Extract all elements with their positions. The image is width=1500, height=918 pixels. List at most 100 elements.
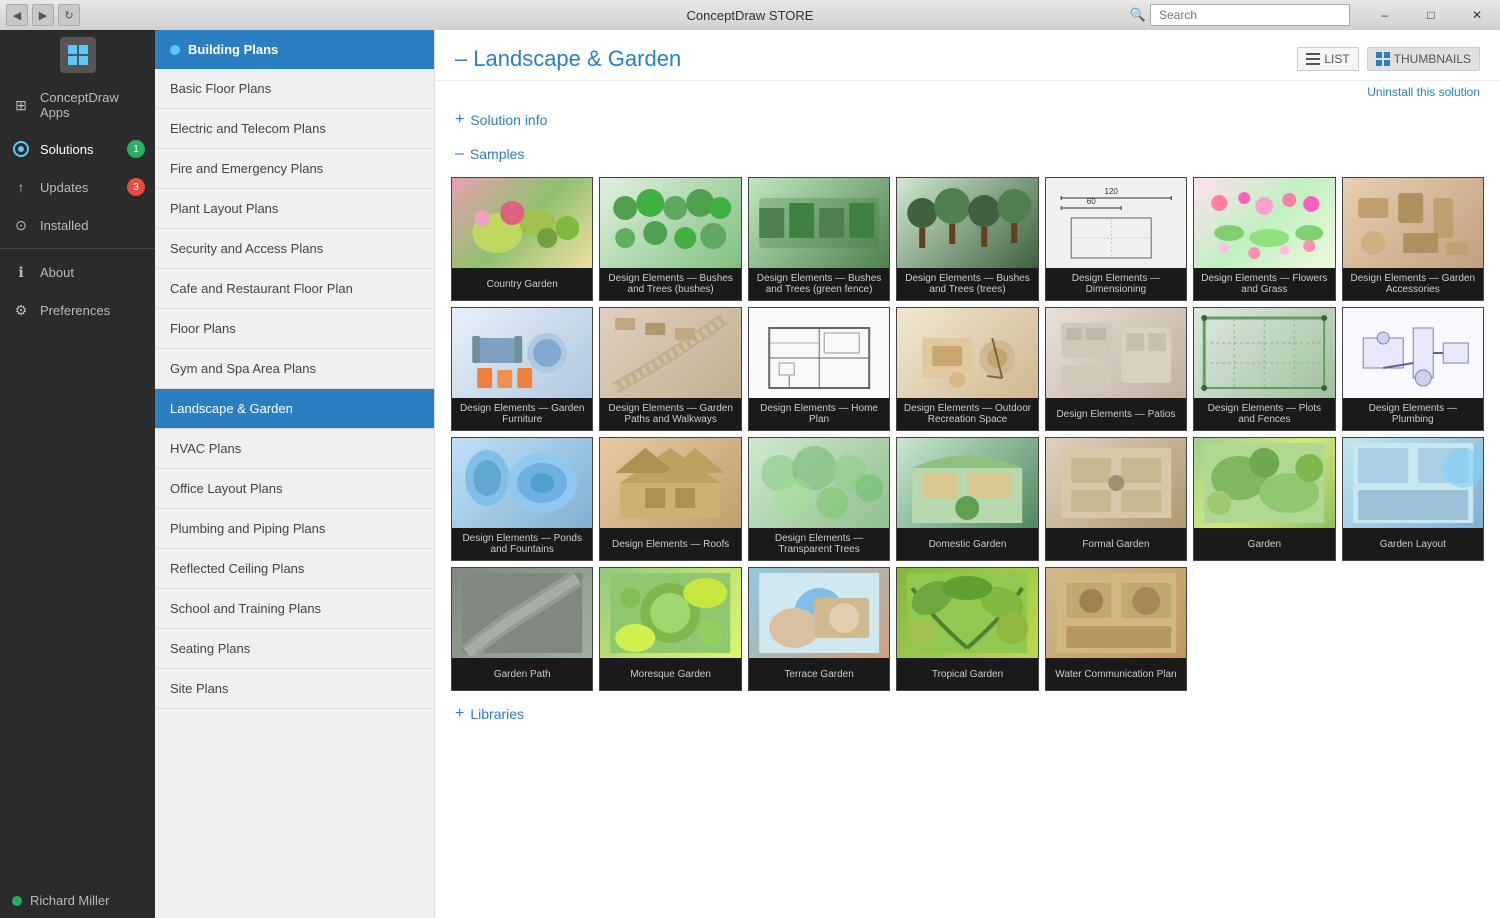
- menu-item-security-access[interactable]: Security and Access Plans: [155, 229, 434, 269]
- thumb-tropical-garden[interactable]: Tropical Garden: [896, 567, 1038, 691]
- menu-header: Building Plans: [155, 30, 434, 69]
- thumb-label-garden: Garden: [1194, 528, 1334, 560]
- thumb-img-garden-path: [452, 568, 592, 658]
- thumb-plumbing[interactable]: Design Elements — Plumbing: [1342, 307, 1484, 431]
- thumb-garden[interactable]: Garden: [1193, 437, 1335, 561]
- thumb-flowers[interactable]: Design Elements — Flowers and Grass: [1193, 177, 1335, 301]
- solution-info-toggle[interactable]: + Solution info: [435, 103, 1500, 137]
- svg-text:60: 60: [1086, 197, 1095, 206]
- thumb-img-plumbing: [1343, 308, 1483, 398]
- thumb-bushes-trees[interactable]: Design Elements — Bushes and Trees (tree…: [896, 177, 1038, 301]
- thumb-label-garden-acc: Design Elements — Garden Accessories: [1343, 268, 1483, 300]
- thumb-bushes-green[interactable]: Design Elements — Bushes and Trees (gree…: [748, 177, 890, 301]
- uninstall-link[interactable]: Uninstall this solution: [435, 81, 1500, 103]
- menu-item-gym-spa[interactable]: Gym and Spa Area Plans: [155, 349, 434, 389]
- thumb-patios[interactable]: Design Elements — Patios: [1045, 307, 1187, 431]
- thumb-roofs[interactable]: Design Elements — Roofs: [599, 437, 741, 561]
- thumb-dimensioning[interactable]: 120 60 Design Elements — Dimensioning: [1045, 177, 1187, 301]
- menu-item-seating[interactable]: Seating Plans: [155, 629, 434, 669]
- search-input[interactable]: [1150, 4, 1350, 26]
- solution-info-plus-icon: +: [455, 111, 464, 129]
- libraries-toggle[interactable]: + Libraries: [435, 697, 1500, 731]
- nav-refresh-button[interactable]: ↻: [58, 4, 80, 26]
- thumb-water-communication[interactable]: Water Communication Plan: [1045, 567, 1187, 691]
- app-body: ⊞ ConceptDraw Apps Solutions 1 ↑ Updates…: [0, 30, 1500, 918]
- thumb-img-garden-acc: [1343, 178, 1483, 268]
- samples-toggle[interactable]: – Samples: [435, 137, 1500, 171]
- thumb-transparent[interactable]: Design Elements — Transparent Trees: [748, 437, 890, 561]
- thumb-outdoor[interactable]: Design Elements — Outdoor Recreation Spa…: [896, 307, 1038, 431]
- list-view-button[interactable]: LIST: [1297, 47, 1358, 71]
- thumb-label-flowers: Design Elements — Flowers and Grass: [1194, 268, 1334, 300]
- libraries-plus-icon: +: [455, 705, 464, 723]
- main-content: –Landscape & Garden LIST: [435, 30, 1500, 918]
- thumb-domestic-garden[interactable]: Domestic Garden: [896, 437, 1038, 561]
- thumb-label-formal-garden: Formal Garden: [1046, 528, 1186, 560]
- menu-item-site-plans[interactable]: Site Plans: [155, 669, 434, 709]
- menu-item-landscape[interactable]: Landscape & Garden: [155, 389, 434, 429]
- thumb-formal-garden[interactable]: Formal Garden: [1045, 437, 1187, 561]
- thumb-paths[interactable]: Design Elements — Garden Paths and Walkw…: [599, 307, 741, 431]
- menu-item-office-layout[interactable]: Office Layout Plans: [155, 469, 434, 509]
- thumb-label-plots: Design Elements — Plots and Fences: [1194, 398, 1334, 430]
- menu-item-reflected-ceiling[interactable]: Reflected Ceiling Plans: [155, 549, 434, 589]
- logo-icon: [60, 37, 96, 73]
- thumb-img-bushes-bushes: [600, 178, 740, 268]
- thumb-label-country-garden: Country Garden: [452, 268, 592, 300]
- thumb-garden-path[interactable]: Garden Path: [451, 567, 593, 691]
- thumb-img-water: [1046, 568, 1186, 658]
- thumb-img-garden: [1194, 438, 1334, 528]
- menu-item-electric-telecom[interactable]: Electric and Telecom Plans: [155, 109, 434, 149]
- sidebar-item-installed[interactable]: ⊙ Installed: [0, 206, 155, 244]
- thumb-country-garden[interactable]: Country Garden: [451, 177, 593, 301]
- thumb-img-country-garden: [452, 178, 592, 268]
- window-title: ConceptDraw STORE: [687, 8, 814, 23]
- thumb-label-domestic-garden: Domestic Garden: [897, 528, 1037, 560]
- nav-controls: ◀ ▶ ↻: [0, 4, 86, 26]
- thumb-garden-acc[interactable]: Design Elements — Garden Accessories: [1342, 177, 1484, 301]
- thumb-furniture[interactable]: Design Elements — Garden Furniture: [451, 307, 593, 431]
- thumb-label-paths: Design Elements — Garden Paths and Walkw…: [600, 398, 740, 430]
- nav-forward-button[interactable]: ▶: [32, 4, 54, 26]
- thumb-img-furniture: [452, 308, 592, 398]
- thumb-img-outdoor: [897, 308, 1037, 398]
- thumb-label-patios: Design Elements — Patios: [1046, 398, 1186, 430]
- solutions-icon: [12, 140, 30, 158]
- thumb-label-furniture: Design Elements — Garden Furniture: [452, 398, 592, 430]
- thumb-moresque-garden[interactable]: Moresque Garden: [599, 567, 741, 691]
- minimize-button[interactable]: –: [1362, 0, 1408, 30]
- menu-item-plant-layout[interactable]: Plant Layout Plans: [155, 189, 434, 229]
- thumb-bushes-bushes[interactable]: Design Elements — Bushes and Trees (bush…: [599, 177, 741, 301]
- updates-icon: ↑: [12, 178, 30, 196]
- nav-back-button[interactable]: ◀: [6, 4, 28, 26]
- sidebar-item-about[interactable]: ℹ About: [0, 253, 155, 291]
- thumb-plots[interactable]: Design Elements — Plots and Fences: [1193, 307, 1335, 431]
- menu-item-fire-emergency[interactable]: Fire and Emergency Plans: [155, 149, 434, 189]
- thumbnails-icon: [1376, 52, 1390, 66]
- sidebar-item-preferences[interactable]: ⚙ Preferences: [0, 291, 155, 329]
- thumb-img-patios: [1046, 308, 1186, 398]
- menu-item-school-training[interactable]: School and Training Plans: [155, 589, 434, 629]
- menu-item-plumbing-piping[interactable]: Plumbing and Piping Plans: [155, 509, 434, 549]
- close-button[interactable]: ✕: [1454, 0, 1500, 30]
- menu-item-cafe-restaurant[interactable]: Cafe and Restaurant Floor Plan: [155, 269, 434, 309]
- sidebar-item-apps[interactable]: ⊞ ConceptDraw Apps: [0, 80, 155, 130]
- thumb-label-bushes-trees: Design Elements — Bushes and Trees (tree…: [897, 268, 1037, 300]
- sidebar-item-updates[interactable]: ↑ Updates 3: [0, 168, 155, 206]
- thumb-homeplan[interactable]: Design Elements — Home Plan: [748, 307, 890, 431]
- thumb-ponds[interactable]: Design Elements — Ponds and Fountains: [451, 437, 593, 561]
- thumb-label-terrace-garden: Terrace Garden: [749, 658, 889, 690]
- sidebar-item-solutions[interactable]: Solutions 1: [0, 130, 155, 168]
- thumb-terrace-garden[interactable]: Terrace Garden: [748, 567, 890, 691]
- thumb-img-paths: [600, 308, 740, 398]
- thumb-label-outdoor: Design Elements — Outdoor Recreation Spa…: [897, 398, 1037, 430]
- thumb-img-domestic: [897, 438, 1037, 528]
- menu-item-floor-plans[interactable]: Floor Plans: [155, 309, 434, 349]
- menu-item-basic-floor[interactable]: Basic Floor Plans: [155, 69, 434, 109]
- maximize-button[interactable]: □: [1408, 0, 1454, 30]
- thumbnails-view-button[interactable]: THUMBNAILS: [1367, 47, 1480, 71]
- user-status-dot: [12, 896, 22, 906]
- thumb-garden-layout[interactable]: Garden Layout: [1342, 437, 1484, 561]
- installed-icon: ⊙: [12, 216, 30, 234]
- menu-item-hvac[interactable]: HVAC Plans: [155, 429, 434, 469]
